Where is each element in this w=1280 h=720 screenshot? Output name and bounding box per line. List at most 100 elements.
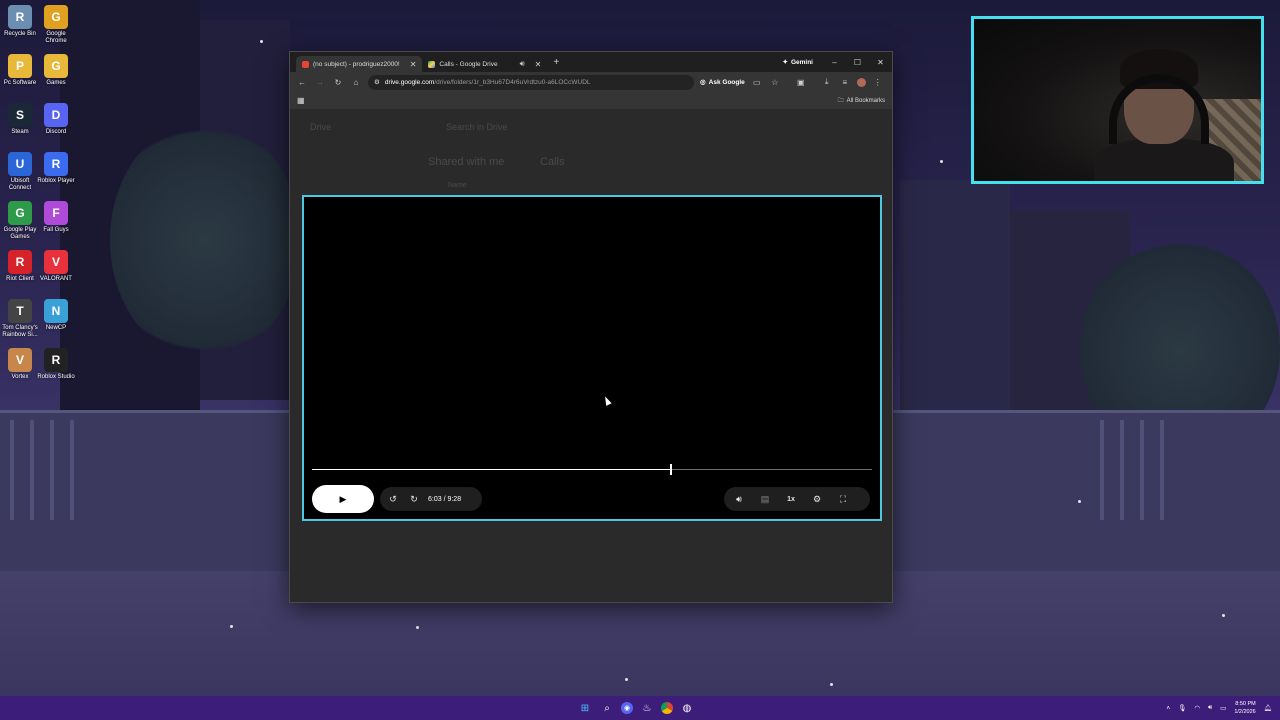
gemini-button[interactable]: ✦ Gemini (773, 58, 824, 67)
riot-client-icon: R (8, 250, 32, 274)
desktop-icon[interactable]: D Discord (36, 103, 76, 136)
desktop-icon-label: Recycle Bin (4, 31, 36, 37)
drive-search-input: Search in Drive (446, 122, 508, 132)
fullscreen-icon[interactable]: ⛶ (836, 494, 850, 505)
speaker-icon[interactable]: 🔊︎ (1208, 704, 1212, 712)
desktop-icon-label: NewCP (45, 325, 67, 331)
steam-icon[interactable]: ♨ (639, 700, 655, 716)
ask-google-button[interactable]: ◎ Ask Google (700, 78, 745, 87)
recycle-bin-icon: R (8, 5, 32, 29)
taskbar-apps: ⊞ ⌕ ◉ ♨ ◍ (577, 696, 695, 720)
newcp-icon: N (44, 299, 68, 323)
back-icon[interactable]: ← (296, 78, 308, 87)
chrome-icon: G (44, 5, 68, 29)
bookmark-star-icon[interactable]: ☆ (769, 78, 781, 87)
address-bar[interactable]: ⚙ drive.google.com/drive/folders/1r_b3Hu… (368, 74, 694, 90)
desktop-icon[interactable]: R Riot Client (0, 250, 40, 283)
microphone-icon[interactable]: 🎙︎ (1178, 704, 1186, 712)
desktop-icon[interactable]: V Vortex (0, 348, 40, 381)
mouse-cursor (602, 395, 612, 406)
more-menu-icon[interactable]: ⋮ (872, 78, 884, 87)
desktop-icon[interactable]: F Fall Guys (36, 201, 76, 234)
forward-icon[interactable]: → (314, 78, 326, 87)
apps-grid-icon[interactable]: ▦ (297, 96, 305, 105)
tray-overflow-icon[interactable]: ˄ (1166, 705, 1170, 712)
extensions-icon[interactable]: ≡ (839, 78, 851, 87)
discord-icon: D (44, 103, 68, 127)
desktop-icon[interactable]: R Recycle Bin (0, 5, 40, 38)
discord-icon[interactable]: ◉ (621, 702, 633, 714)
clock[interactable]: 8:50 PM 1/2/2026 (1234, 700, 1255, 716)
bookmarks-bar: ▦ 🗀 All Bookmarks (290, 92, 892, 110)
desktop-icon-label: Tom Clancy's Rainbow Si... (2, 325, 38, 338)
desktop-icon[interactable]: U Ubisoft Connect (0, 152, 40, 192)
player-settings-controls: 🔊︎ ▤ 1x ⚙ ⛶ (724, 487, 870, 511)
desktop-icon[interactable]: G Games (36, 54, 76, 87)
download-icon[interactable]: ⤓ (821, 77, 833, 87)
seek-handle[interactable] (669, 464, 672, 475)
desktop-icon-label: Steam (11, 129, 29, 135)
seek-bar[interactable] (312, 464, 872, 475)
playback-speed-button[interactable]: 1x (784, 496, 798, 503)
search-icon[interactable]: ⌕ (599, 700, 615, 716)
tab-label: Calls - Google Drive (439, 60, 498, 68)
windows-start-icon[interactable]: ⊞ (577, 700, 593, 716)
desktop-icon-label: Roblox Studio (37, 374, 75, 380)
maximize-button[interactable]: ☐ (846, 58, 869, 67)
url-path: /drive/folders/1r_b3Hu67D4r6uVrdtzu0-a6L… (434, 78, 591, 86)
desktop-icon[interactable]: V VALORANT (36, 250, 76, 283)
name-column-header: Name (448, 182, 467, 189)
desktop-icon-label: Ubisoft Connect (8, 178, 32, 191)
desktop-icon-label: Google Chrome (45, 31, 67, 44)
all-bookmarks-button[interactable]: 🗀 All Bookmarks (838, 96, 885, 106)
tab-drive[interactable]: Calls - Google Drive 🔊︎ ✕ (422, 56, 547, 72)
desktop-icon[interactable]: T Tom Clancy's Rainbow Si... (0, 299, 40, 339)
settings-gear-icon[interactable]: ⚙ (810, 494, 824, 505)
battery-icon[interactable]: ▭ (1220, 704, 1226, 712)
network-icon[interactable]: ◠ (1194, 704, 1200, 712)
chrome-icon[interactable] (661, 702, 673, 714)
captions-icon[interactable]: ▤ (758, 494, 772, 505)
minimize-button[interactable]: – (823, 58, 846, 67)
play-button[interactable]: ▶ (312, 485, 374, 513)
desktop-icon[interactable]: S Steam (0, 103, 40, 136)
desktop-icon[interactable]: R Roblox Player (36, 152, 76, 185)
reload-icon[interactable]: ↻ (332, 78, 344, 87)
audio-playing-icon[interactable]: 🔊︎ (520, 59, 525, 69)
desktop-icon[interactable]: G Google Chrome (36, 5, 76, 45)
close-window-button[interactable]: ✕ (869, 58, 892, 67)
video-player[interactable]: ▶ ↺ ↻ 6:03 / 9:28 🔊︎ ▤ 1x ⚙ ⛶ (302, 195, 882, 521)
tab-gmail[interactable]: (no subject) - prodriguez2000! ✕ (296, 56, 423, 72)
new-tab-button[interactable]: + (553, 57, 559, 68)
close-tab-icon[interactable]: ✕ (535, 60, 542, 69)
desktop-icon[interactable]: G Google Play Games (0, 201, 40, 241)
roblox-player-icon: R (44, 152, 68, 176)
volume-icon[interactable]: 🔊︎ (732, 494, 746, 505)
desktop-icon-label: Pc Software (3, 80, 37, 86)
folder-icon: G (44, 54, 68, 78)
desktop-icon[interactable]: N NewCP (36, 299, 76, 332)
desktop-icon[interactable]: P Pc Software (0, 54, 40, 87)
gemini-icon: ✦ (782, 59, 788, 66)
forward-10-icon[interactable]: ↻ (407, 494, 421, 505)
obs-icon[interactable]: ◍ (679, 700, 695, 716)
folder-icon: 🗀 (837, 97, 844, 104)
notification-icon[interactable]: 🔔︎ (1264, 704, 1272, 712)
cast-icon[interactable]: ▭ (751, 78, 763, 87)
rewind-10-icon[interactable]: ↺ (386, 494, 400, 505)
system-tray: ˄ 🎙︎ ◠ 🔊︎ ▭ 8:50 PM 1/2/2026 🔔︎ (1166, 696, 1272, 720)
tab-strip: (no subject) - prodriguez2000! ✕ Calls -… (290, 52, 892, 72)
side-panel-icon[interactable]: ▣ (795, 78, 807, 87)
close-tab-icon[interactable]: ✕ (410, 60, 417, 69)
desktop-icon-label: Fall Guys (43, 227, 69, 233)
google-drive-icon (428, 60, 436, 68)
profile-avatar[interactable] (856, 77, 866, 87)
google-play-games-icon: G (8, 201, 32, 225)
desktop-icon-label: Roblox Player (37, 178, 75, 184)
steam-icon: S (8, 103, 32, 127)
home-icon[interactable]: ⌂ (350, 78, 362, 87)
desktop-icon[interactable]: R Roblox Studio (36, 348, 76, 381)
gmail-icon (302, 60, 309, 68)
site-info-icon[interactable]: ⚙ (374, 78, 380, 86)
ask-google-label: Ask Google (708, 78, 745, 86)
